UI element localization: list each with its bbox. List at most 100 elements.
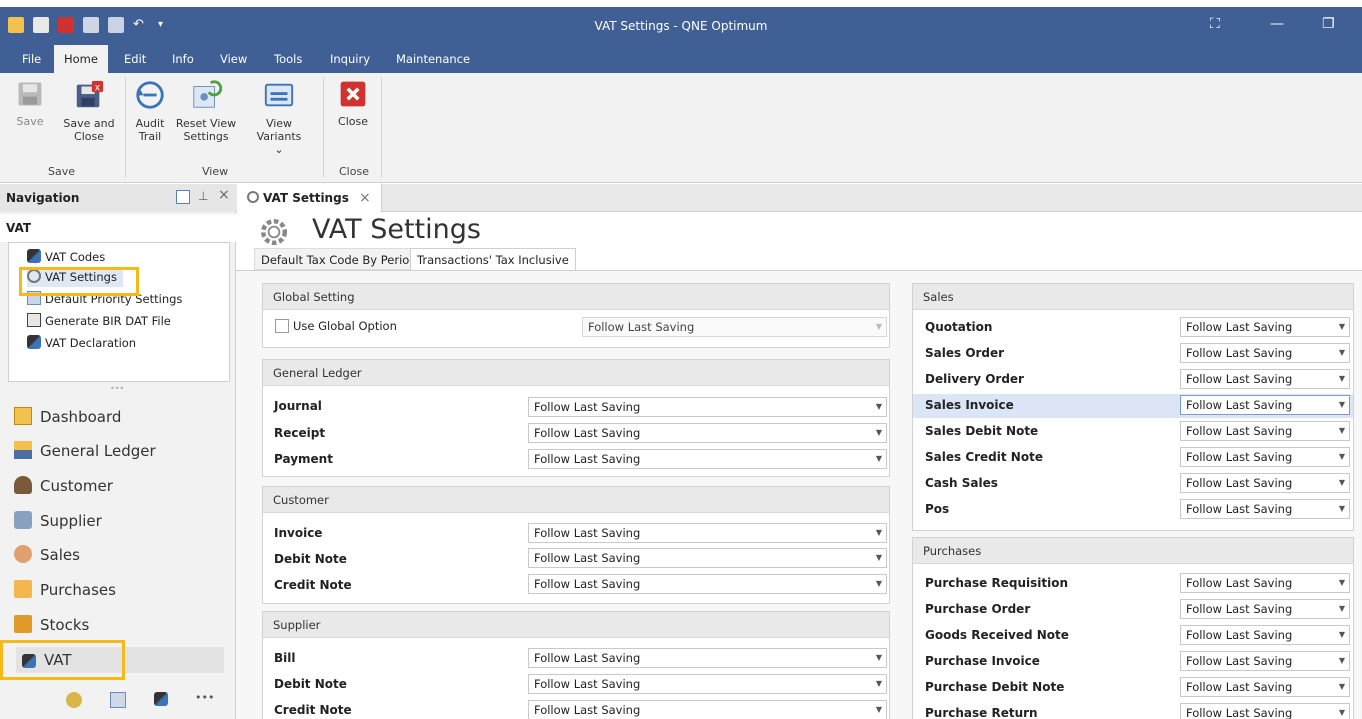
chevron-down-icon: ▼ xyxy=(875,528,882,537)
cash-sales-label: Cash Sales xyxy=(925,476,998,490)
purchases-header: Purchases xyxy=(913,538,1353,564)
tab-vat-settings[interactable]: VAT Settings × xyxy=(237,184,382,212)
view-variants-button[interactable]: View Variants ⌄ xyxy=(242,79,316,156)
tree-item-vat-codes[interactable]: VAT Codes xyxy=(27,247,105,267)
splitter-handle[interactable]: ••• xyxy=(110,384,124,393)
purchase-invoice-select[interactable]: Follow Last Saving ▼ xyxy=(1180,651,1350,671)
module-purchases[interactable]: Purchases xyxy=(14,577,116,603)
sales-header: Sales xyxy=(913,284,1353,310)
chevron-down-icon: ▼ xyxy=(875,322,882,331)
ribbon-group-save-label: Save xyxy=(48,165,76,178)
module-supplier[interactable]: Supplier xyxy=(14,508,102,534)
use-global-option-checkbox[interactable] xyxy=(275,319,289,333)
tree-item-vat-declaration[interactable]: VAT Declaration xyxy=(27,333,136,353)
menu-edit[interactable]: Edit xyxy=(114,45,156,73)
save-and-close-button[interactable]: x Save and Close xyxy=(60,79,118,143)
receipt-label: Receipt xyxy=(274,426,326,440)
restore-button[interactable]: ❐ xyxy=(1322,16,1335,32)
sales-order-select[interactable]: Follow Last Saving ▼ xyxy=(1180,343,1350,363)
sales-invoice-select[interactable]: Follow Last Saving ▼ xyxy=(1180,395,1350,415)
highlight-vat-module xyxy=(0,640,125,680)
journal-select[interactable]: Follow Last Saving ▼ xyxy=(528,397,887,417)
bill-select[interactable]: Follow Last Saving ▼ xyxy=(528,648,887,668)
goods-received-note-select[interactable]: Follow Last Saving ▼ xyxy=(1180,625,1350,645)
purchase-return-label: Purchase Return xyxy=(925,706,1038,719)
purchase-requisition-select[interactable]: Follow Last Saving ▼ xyxy=(1180,573,1350,593)
sales-credit-note-select[interactable]: Follow Last Saving ▼ xyxy=(1180,447,1350,467)
close-button[interactable]: Close xyxy=(333,79,373,128)
panel-options-icon[interactable] xyxy=(176,190,190,204)
supplier-credit-note-select[interactable]: Follow Last Saving ▼ xyxy=(528,700,887,719)
close-tab-icon[interactable]: × xyxy=(359,190,371,206)
chevron-down-icon: ▼ xyxy=(875,679,882,688)
tree-item-generate-bir-dat-file[interactable]: Generate BIR DAT File xyxy=(27,311,171,331)
module-stocks[interactable]: Stocks xyxy=(14,612,89,638)
save-button[interactable]: Save xyxy=(14,79,46,128)
menu-home[interactable]: Home xyxy=(54,45,108,73)
sales-debit-note-select[interactable]: Follow Last Saving ▼ xyxy=(1180,421,1350,441)
supplier-debit-note-select[interactable]: Follow Last Saving ▼ xyxy=(528,674,887,694)
gear-icon xyxy=(260,218,288,246)
purchase-debit-note-label: Purchase Debit Note xyxy=(925,680,1065,694)
vat-return-icon[interactable] xyxy=(66,692,82,708)
floppy-disk-icon xyxy=(18,82,42,106)
chevron-down-icon: ▼ xyxy=(1338,374,1345,383)
close-panel-icon[interactable]: × xyxy=(218,187,230,203)
ribbon-separator xyxy=(125,77,126,177)
tab-transactions-tax-inclusive[interactable]: Transactions' Tax Inclusive xyxy=(410,248,576,270)
delivery-order-select[interactable]: Follow Last Saving ▼ xyxy=(1180,369,1350,389)
sales-order-label: Sales Order xyxy=(925,346,1005,360)
export-file-icon xyxy=(27,313,41,327)
chevron-down-icon: ▼ xyxy=(875,705,882,714)
cash-sales-select[interactable]: Follow Last Saving ▼ xyxy=(1180,473,1350,493)
purchase-debit-note-select[interactable]: Follow Last Saving ▼ xyxy=(1180,677,1350,697)
svg-text:x: x xyxy=(95,82,101,93)
module-customer[interactable]: Customer xyxy=(14,473,113,499)
invoice-select[interactable]: Follow Last Saving ▼ xyxy=(528,523,887,543)
chevron-down-icon: ▼ xyxy=(1338,348,1345,357)
purchase-order-select[interactable]: Follow Last Saving ▼ xyxy=(1180,599,1350,619)
menu-file[interactable]: File xyxy=(12,45,51,73)
sales-credit-note-label: Sales Credit Note xyxy=(925,450,1043,464)
audit-trail-button[interactable]: Audit Trail xyxy=(130,79,170,143)
payment-select[interactable]: Follow Last Saving ▼ xyxy=(528,449,887,469)
pin-icon[interactable]: ⊥ xyxy=(198,189,208,203)
sales-debit-note-label: Sales Debit Note xyxy=(925,424,1039,438)
report-icon[interactable] xyxy=(110,692,126,708)
menu-maintenance[interactable]: Maintenance xyxy=(386,45,480,73)
pen-icon xyxy=(27,335,41,349)
document-tab-strip xyxy=(236,184,1362,212)
chevron-down-icon: ▼ xyxy=(1338,708,1345,717)
module-dashboard[interactable]: Dashboard xyxy=(14,404,121,430)
bill-label: Bill xyxy=(274,651,296,665)
pen-icon[interactable] xyxy=(154,692,168,706)
customer-credit-note-select[interactable]: Follow Last Saving ▼ xyxy=(528,574,887,594)
chevron-down-icon: ▼ xyxy=(1338,322,1345,331)
reset-view-settings-button[interactable]: Reset View Settings xyxy=(175,79,237,143)
customer-debit-note-select[interactable]: Follow Last Saving ▼ xyxy=(528,548,887,568)
module-sales[interactable]: Sales xyxy=(14,542,80,568)
chevron-down-icon: ▼ xyxy=(875,579,882,588)
module-general-ledger[interactable]: General Ledger xyxy=(14,438,156,464)
menu-info[interactable]: Info xyxy=(162,45,204,73)
purchase-return-select[interactable]: Follow Last Saving ▼ xyxy=(1180,703,1350,719)
global-setting-header: Global Setting xyxy=(263,284,889,310)
chevron-down-icon: ▼ xyxy=(1338,630,1345,639)
purchases-icon xyxy=(14,580,32,598)
sales-icon xyxy=(14,545,32,563)
ribbon-separator xyxy=(381,77,382,177)
global-setting-panel: Global Setting xyxy=(262,283,890,348)
menu-view[interactable]: View xyxy=(210,45,257,73)
fullscreen-icon[interactable]: ⛶ xyxy=(1210,16,1220,32)
main-content: VAT Settings Default Tax Code By Period … xyxy=(236,212,1362,719)
close-icon xyxy=(340,81,366,107)
pos-select[interactable]: Follow Last Saving ▼ xyxy=(1180,499,1350,519)
menu-inquiry[interactable]: Inquiry xyxy=(320,45,380,73)
more-icon[interactable]: ••• xyxy=(195,691,214,704)
tab-default-tax-code-by-period[interactable]: Default Tax Code By Period xyxy=(254,248,424,270)
menu-tools[interactable]: Tools xyxy=(264,45,312,73)
receipt-select[interactable]: Follow Last Saving ▼ xyxy=(528,423,887,443)
minimize-button[interactable]: — xyxy=(1270,16,1284,32)
quotation-select[interactable]: Follow Last Saving ▼ xyxy=(1180,317,1350,337)
chevron-down-icon: ▼ xyxy=(1338,604,1345,613)
